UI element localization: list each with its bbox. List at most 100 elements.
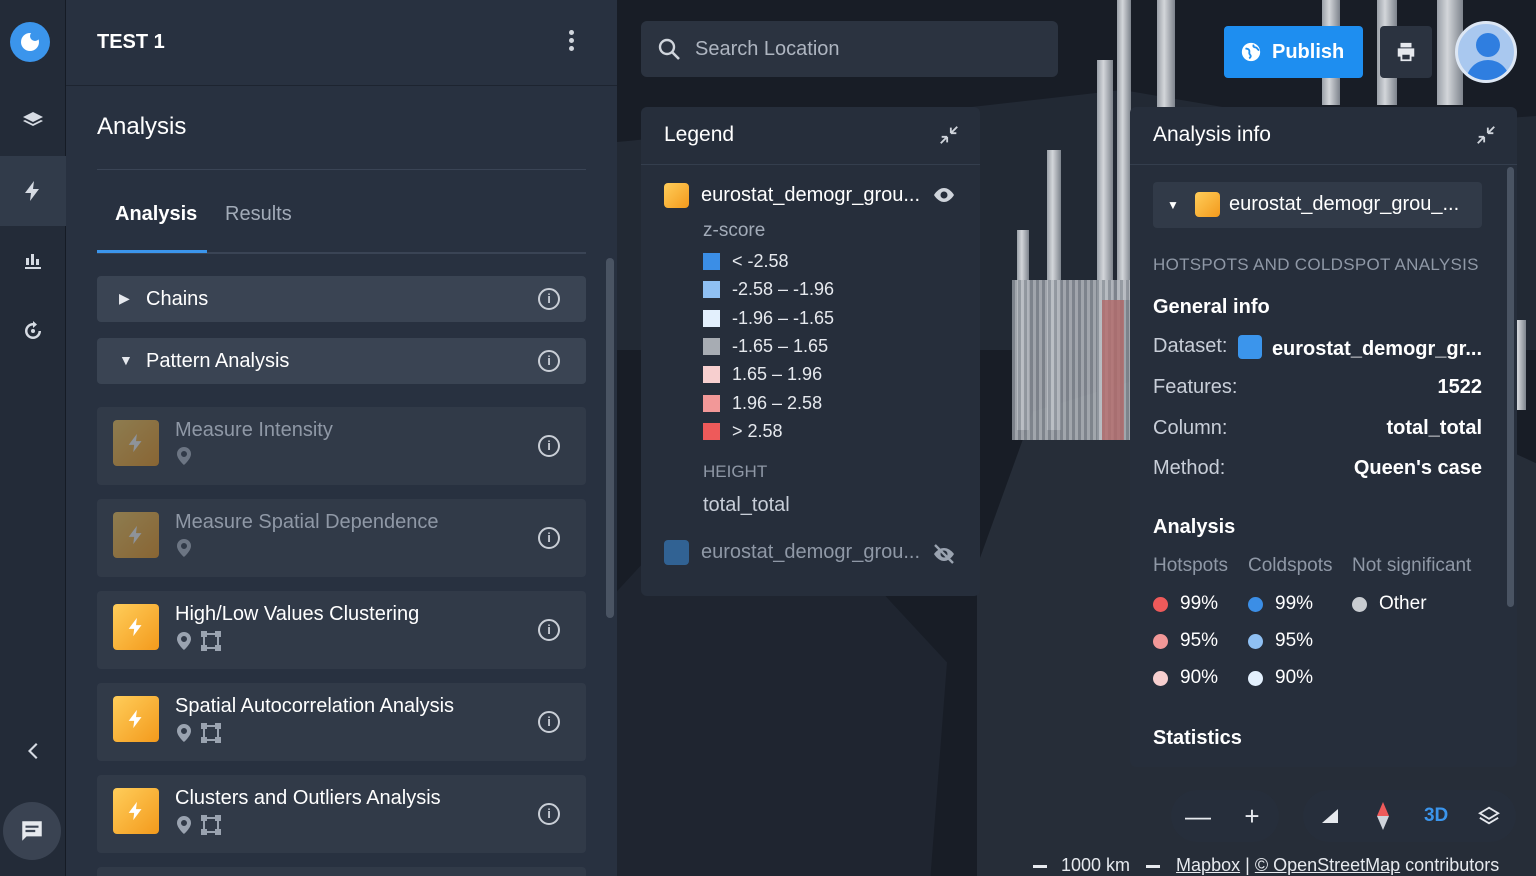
collapse-chevron-icon[interactable]: [0, 716, 66, 786]
legend-item: < -2.58: [703, 251, 789, 272]
bolt-icon: [113, 420, 159, 466]
globe-icon: [1241, 42, 1261, 62]
basemap-button[interactable]: [1463, 790, 1516, 842]
point-geometry-icon: [177, 724, 191, 742]
tab-analysis[interactable]: Analysis: [115, 203, 197, 226]
card-label: Measure Intensity: [175, 419, 333, 441]
color-dot: [1248, 633, 1263, 649]
significance-item: 95%: [1153, 630, 1218, 652]
analysis-bolt-icon[interactable]: [0, 156, 66, 226]
coldspots-header: Coldspots: [1248, 555, 1333, 576]
zoom-in-button[interactable]: +: [1225, 790, 1279, 842]
info-icon[interactable]: i: [538, 288, 560, 310]
info-icon[interactable]: i: [538, 350, 560, 372]
bolt-icon: [113, 604, 159, 650]
info-icon[interactable]: i: [538, 803, 560, 825]
card-measure-spatial-dependence[interactable]: Measure Spatial Dependence i: [97, 499, 586, 577]
ruler-icon: [1321, 809, 1338, 823]
mapbox-link[interactable]: Mapbox: [1176, 855, 1240, 875]
not-significant-header: Not significant: [1352, 555, 1472, 576]
legend-label: -2.58 – -1.96: [732, 279, 835, 300]
legend-item: -1.96 – -1.65: [703, 308, 834, 329]
height-title: HEIGHT: [703, 462, 768, 481]
height-value: total_total: [703, 494, 790, 516]
collapse-icon[interactable]: [1475, 124, 1497, 146]
info-icon[interactable]: i: [538, 711, 560, 733]
group-label: Pattern Analysis: [146, 350, 290, 372]
method-value: Queen's case: [1353, 457, 1482, 479]
scale-bar: [1146, 864, 1161, 868]
layer-select[interactable]: ▼ eurostat_demogr_grou_...: [1153, 182, 1482, 228]
color-dot: [1153, 633, 1168, 649]
legend-layer-active[interactable]: eurostat_demogr_grou...: [664, 183, 920, 208]
legend-label: -1.65 – 1.65: [732, 335, 829, 356]
point-geometry-icon: [177, 816, 191, 834]
legend-item: -2.58 – -1.96: [703, 279, 834, 300]
tab-results[interactable]: Results: [225, 203, 292, 226]
more-options-icon[interactable]: [569, 30, 575, 54]
legend-panel: Legend eurostat_demogr_grou... z-score <…: [641, 107, 980, 596]
history-icon[interactable]: [0, 296, 66, 366]
bar-chart-icon[interactable]: [0, 226, 66, 296]
group-chains[interactable]: ▶ Chains i: [97, 276, 586, 322]
eye-icon[interactable]: [932, 186, 956, 204]
zoom-out-button[interactable]: —: [1171, 790, 1225, 842]
publish-label: Publish: [1272, 40, 1345, 63]
user-avatar[interactable]: [1455, 21, 1517, 83]
card-high-low-clustering[interactable]: High/Low Values Clustering i: [97, 591, 586, 669]
dataset-label: Dataset:: [1153, 335, 1228, 357]
search-icon: [658, 38, 680, 60]
info-icon[interactable]: i: [538, 435, 560, 457]
legend-item: -1.65 – 1.65: [703, 336, 828, 357]
publish-button[interactable]: Publish: [1224, 26, 1363, 78]
search-input[interactable]: Search Location: [695, 38, 840, 61]
card-spatial-autocorrelation[interactable]: Spatial Autocorrelation Analysis i: [97, 683, 586, 761]
legend-swatch: [703, 394, 720, 412]
compass-button[interactable]: [1356, 790, 1409, 842]
features-label: Features:: [1153, 376, 1238, 398]
eye-off-icon[interactable]: [932, 544, 956, 564]
layers-icon[interactable]: [0, 86, 66, 156]
analysis-info-panel: Analysis info ▼ eurostat_demogr_grou_...…: [1130, 107, 1517, 767]
osm-link[interactable]: © OpenStreetMap: [1255, 855, 1400, 875]
caret-right-icon: ▶: [119, 290, 130, 306]
hotspot-cluster: [1102, 300, 1124, 440]
info-icon[interactable]: i: [538, 527, 560, 549]
card-measure-intensity[interactable]: Measure Intensity i: [97, 407, 586, 485]
collapse-icon[interactable]: [938, 124, 960, 146]
chat-icon[interactable]: [3, 802, 61, 860]
significance-item: 90%: [1153, 667, 1218, 689]
bolt-icon: [664, 183, 689, 208]
significance-item: 99%: [1153, 593, 1218, 615]
general-info-title: General info: [1153, 296, 1270, 318]
significance-label: 95%: [1180, 630, 1219, 651]
legend-title: Legend: [664, 123, 735, 146]
statistics-title: Statistics: [1153, 727, 1242, 749]
significance-label: Other: [1379, 593, 1427, 614]
significance-item: 99%: [1248, 593, 1313, 615]
legend-swatch: [703, 309, 720, 327]
toggle-3d-button[interactable]: 3D: [1410, 790, 1463, 842]
card-next-partial[interactable]: [97, 867, 586, 876]
polygon-icon: [1237, 335, 1262, 359]
app-logo-icon[interactable]: [10, 22, 50, 62]
panel-scrollbar[interactable]: [606, 258, 614, 618]
group-pattern-analysis[interactable]: ▼ Pattern Analysis i: [97, 338, 586, 384]
info-icon[interactable]: i: [538, 619, 560, 641]
contributors-text: contributors: [1405, 855, 1500, 875]
section-title: Analysis: [97, 113, 187, 140]
search-bar[interactable]: Search Location: [641, 21, 1058, 77]
significance-label: 99%: [1275, 593, 1314, 614]
card-label: High/Low Values Clustering: [175, 603, 420, 625]
card-clusters-outliers[interactable]: Clusters and Outliers Analysis i: [97, 775, 586, 853]
ruler-button[interactable]: [1303, 790, 1356, 842]
legend-layer-hidden[interactable]: eurostat_demogr_grou...: [664, 540, 920, 565]
color-dot: [1153, 596, 1168, 612]
caret-down-icon: ▼: [1167, 198, 1179, 212]
info-scrollbar[interactable]: [1507, 167, 1514, 607]
caret-down-icon: ▼: [119, 352, 133, 368]
print-button[interactable]: [1380, 26, 1432, 78]
column-label: Column:: [1153, 417, 1228, 439]
view-controls: 3D: [1303, 790, 1516, 842]
legend-label: < -2.58: [732, 251, 789, 271]
